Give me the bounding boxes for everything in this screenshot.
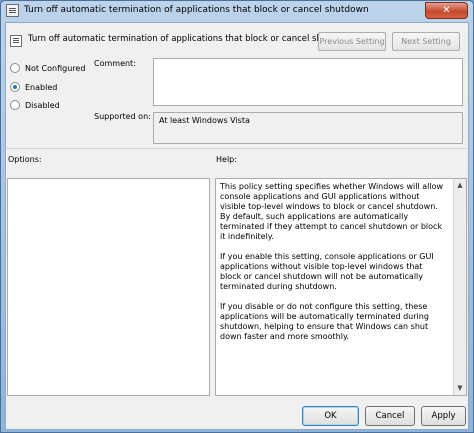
comment-textarea[interactable]	[153, 58, 463, 106]
help-label: Help:	[216, 155, 237, 164]
help-paragraph: If you enable this setting, console appl…	[220, 252, 434, 291]
radio-circle[interactable]	[10, 63, 20, 73]
apply-button[interactable]: Apply	[421, 406, 466, 426]
radio-label: Enabled	[25, 82, 58, 92]
comment-label: Comment:	[94, 59, 136, 68]
radio-circle-selected[interactable]	[10, 82, 20, 92]
radio-disabled[interactable]: Disabled	[10, 99, 60, 111]
radio-enabled[interactable]: Enabled	[10, 81, 57, 93]
help-panel[interactable]: This policy setting specifies whether Wi…	[215, 178, 467, 396]
radio-label: Not Configured	[25, 63, 86, 73]
help-scrollbar[interactable]: ▲ ▼	[453, 179, 466, 395]
scroll-down-icon[interactable]: ▼	[454, 382, 466, 395]
policy-icon	[6, 4, 19, 17]
title-bar[interactable]: Turn off automatic termination of applic…	[1, 1, 473, 21]
supported-on-value: At least Windows Vista	[153, 112, 463, 144]
radio-circle[interactable]	[10, 100, 20, 110]
ok-button[interactable]: OK	[302, 406, 359, 426]
supported-on-label: Supported on:	[94, 112, 151, 121]
dialog-body: Turn off automatic termination of applic…	[5, 22, 469, 430]
setting-title: Turn off automatic termination of applic…	[28, 34, 354, 44]
help-paragraph: If you disable or do not configure this …	[220, 302, 429, 341]
window-title: Turn off automatic termination of applic…	[24, 5, 369, 15]
setting-icon	[10, 35, 22, 47]
cancel-button[interactable]: Cancel	[365, 406, 415, 426]
section-divider	[6, 148, 468, 149]
policy-editor-window: Turn off automatic termination of applic…	[0, 0, 474, 433]
help-paragraph: This policy setting specifies whether Wi…	[220, 182, 444, 241]
previous-setting-button[interactable]: Previous Setting	[318, 32, 386, 51]
scroll-up-icon[interactable]: ▲	[454, 179, 466, 192]
radio-label: Disabled	[25, 100, 60, 110]
close-button[interactable]: ✕	[425, 2, 468, 19]
help-text: This policy setting specifies whether Wi…	[220, 182, 446, 352]
radio-not-configured[interactable]: Not Configured	[10, 62, 85, 74]
next-setting-button[interactable]: Next Setting	[392, 32, 460, 51]
options-label: Options:	[8, 155, 42, 164]
options-panel	[7, 178, 210, 396]
